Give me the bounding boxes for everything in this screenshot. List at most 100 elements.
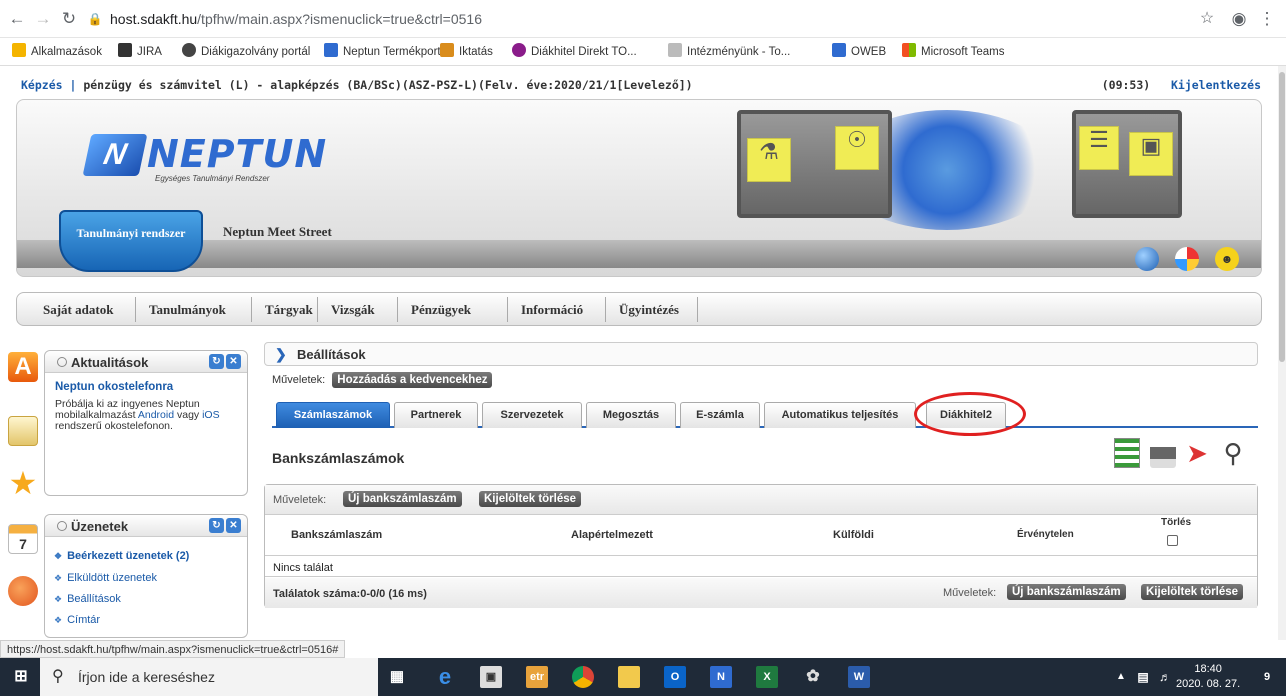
envelope-side-icon[interactable] — [8, 416, 38, 446]
ios-link[interactable]: iOS — [202, 409, 220, 421]
menu-tanulmanyok[interactable]: Tanulmányok — [149, 302, 226, 318]
chrome-icon[interactable] — [572, 666, 594, 688]
news-side-icon[interactable]: A — [8, 352, 38, 382]
neptun-icon — [324, 43, 338, 57]
tab-tanulmanyi-rendszer[interactable]: Tanulmányi rendszer — [59, 210, 203, 272]
training-prefix: Képzés | — [21, 78, 77, 92]
new-account-button-footer[interactable]: Új bankszámlaszám — [1007, 584, 1126, 600]
inbox-link[interactable]: Beérkezett üzenetek (2) — [54, 550, 189, 562]
tab-megosztas[interactable]: Megosztás — [586, 402, 676, 428]
select-all-checkbox[interactable] — [1167, 535, 1178, 546]
menu-divider — [317, 297, 318, 322]
chat-side-icon[interactable] — [8, 576, 38, 606]
col-ervenytelen[interactable]: Érvénytelen — [1017, 529, 1074, 540]
refresh-icon[interactable]: ↻ — [209, 518, 224, 533]
forward-icon[interactable]: → — [32, 8, 54, 30]
etr-icon[interactable]: etr — [526, 666, 548, 688]
menu-penzugyek[interactable]: Pénzügyek — [411, 302, 471, 318]
network-icon[interactable]: ▤ — [1132, 666, 1154, 688]
tab-szamlaszamok[interactable]: Számlaszámok — [276, 402, 390, 428]
news-box-header: Aktualitások ↻ ✕ — [45, 351, 247, 373]
bookmark-jira[interactable]: JIRA — [118, 43, 162, 61]
edge-icon[interactable]: e — [434, 666, 456, 688]
bookmark-diakhitel[interactable]: Diákhitel Direkt TO... — [512, 43, 637, 61]
globe-icon[interactable] — [1135, 247, 1159, 271]
sent-link[interactable]: Elküldött üzenetek — [54, 572, 157, 584]
art-note-1: ⚗ — [747, 138, 791, 182]
header-banner: N NEPTUN Egységes Tanulmányi Rendszer Ta… — [16, 99, 1262, 277]
address-bar[interactable]: host.sdakft.hu/tpfhw/main.aspx?ismenucli… — [110, 6, 1210, 32]
tab-partnerek[interactable]: Partnerek — [394, 402, 478, 428]
page-scrollbar[interactable] — [1278, 66, 1286, 640]
menu-dots-icon[interactable]: ⋮ — [1256, 8, 1278, 30]
calendar-side-icon[interactable]: 7 — [8, 524, 38, 554]
close-icon[interactable]: ✕ — [226, 354, 241, 369]
reload-icon[interactable]: ↻ — [58, 8, 80, 30]
settings-link[interactable]: Beállítások — [54, 593, 121, 605]
close-icon[interactable]: ✕ — [226, 518, 241, 533]
menu-divider — [605, 297, 606, 322]
word-icon[interactable]: W — [848, 666, 870, 688]
menu-sajat-adatok[interactable]: Saját adatok — [43, 302, 113, 318]
tab-meet-street[interactable]: Neptun Meet Street — [223, 224, 332, 240]
profile-icon[interactable]: ◉ — [1228, 8, 1250, 30]
tab-szervezetek[interactable]: Szervezetek — [482, 402, 582, 428]
menu-vizsgak[interactable]: Vizsgák — [331, 302, 375, 318]
menu-divider — [251, 297, 252, 322]
printer-icon[interactable] — [1150, 438, 1176, 468]
taskbar-clock[interactable]: 18:40 2020. 08. 27. — [1176, 662, 1240, 692]
color-theme-icon[interactable] — [1175, 247, 1199, 271]
paint-icon[interactable]: ✿ — [802, 666, 824, 688]
taskbar-search[interactable]: ⚲ Írjon ide a kereséshez — [40, 658, 378, 696]
bookmark-apps[interactable]: Alkalmazások — [12, 43, 102, 61]
grid-footer: Találatok száma:0-0/0 (16 ms) Műveletek:… — [265, 578, 1257, 608]
tab-automatikus-teljesites[interactable]: Automatikus teljesítés — [764, 402, 916, 428]
tray-up-icon[interactable]: ▲ — [1110, 666, 1132, 688]
bookmark-diakigazolvany[interactable]: Diákigazolvány portál — [182, 43, 310, 61]
directory-link[interactable]: Címtár — [54, 614, 100, 626]
outlook-icon[interactable]: O — [664, 666, 686, 688]
store-icon[interactable]: ▣ — [480, 666, 502, 688]
bookmark-intezmeny[interactable]: Intézményünk - To... — [668, 43, 790, 61]
star-icon[interactable]: ☆ — [1196, 8, 1218, 30]
add-favorite-button[interactable]: Hozzáadás a kedvencekhez — [332, 372, 493, 388]
menu-targyak[interactable]: Tárgyak — [265, 302, 313, 318]
smiley-icon[interactable]: ☻ — [1215, 247, 1239, 271]
star-side-icon[interactable]: ★ — [8, 467, 38, 499]
scrollbar-thumb[interactable] — [1279, 72, 1285, 362]
bookmark-teams[interactable]: Microsoft Teams — [902, 43, 1005, 61]
logout-link[interactable]: Kijelentkezés — [1171, 78, 1261, 92]
back-icon[interactable]: ← — [6, 8, 28, 30]
excel-export-icon[interactable] — [1114, 438, 1140, 468]
news-item-title[interactable]: Neptun okostelefonra — [55, 381, 247, 393]
delete-selected-button[interactable]: Kijelöltek törlése — [479, 491, 582, 507]
menu-divider — [507, 297, 508, 322]
grid-toolbar: Műveletek: Új bankszámlaszám Kijelöltek … — [265, 485, 1257, 515]
new-account-button[interactable]: Új bankszámlaszám — [343, 491, 462, 507]
bookmark-oweb[interactable]: OWEB — [832, 43, 886, 61]
menu-ugyintezes[interactable]: Ügyintézés — [619, 302, 679, 318]
tab-e-szamla[interactable]: E-számla — [680, 402, 760, 428]
bookmark-neptun[interactable]: Neptun Termékportál — [324, 43, 450, 61]
excel-icon[interactable]: X — [756, 666, 778, 688]
magnifier-icon[interactable]: ⚲ — [1220, 438, 1246, 468]
file-explorer-icon[interactable] — [618, 666, 640, 688]
windows-start-icon[interactable]: ⊞ — [10, 666, 32, 688]
page-title: Beállítások — [297, 347, 366, 362]
refresh-icon[interactable]: ↻ — [209, 354, 224, 369]
menu-informacio[interactable]: Információ — [521, 302, 583, 318]
col-kulfoldi[interactable]: Külföldi — [833, 529, 874, 541]
no-results-row: Nincs találat — [265, 555, 1257, 577]
col-alapertelmezett[interactable]: Alapértelmezett — [571, 529, 653, 541]
task-view-icon[interactable]: ▦ — [386, 666, 408, 688]
pin-icon[interactable]: ➤ — [1184, 438, 1210, 468]
notification-icon[interactable]: 9 — [1256, 666, 1278, 688]
neptun-taskbar-icon[interactable]: N — [710, 666, 732, 688]
chevron-right-icon: ❯ — [275, 346, 287, 362]
news-box-title: Aktualitások — [57, 355, 148, 370]
news-box: Aktualitások ↻ ✕ Neptun okostelefonra Pr… — [44, 350, 248, 496]
col-bankszamlaszam[interactable]: Bankszámlaszám — [291, 529, 382, 541]
delete-selected-button-footer[interactable]: Kijelöltek törlése — [1141, 584, 1244, 600]
volume-icon[interactable]: ♬ — [1154, 666, 1176, 688]
bookmark-iktatas[interactable]: Iktatás — [440, 43, 493, 61]
